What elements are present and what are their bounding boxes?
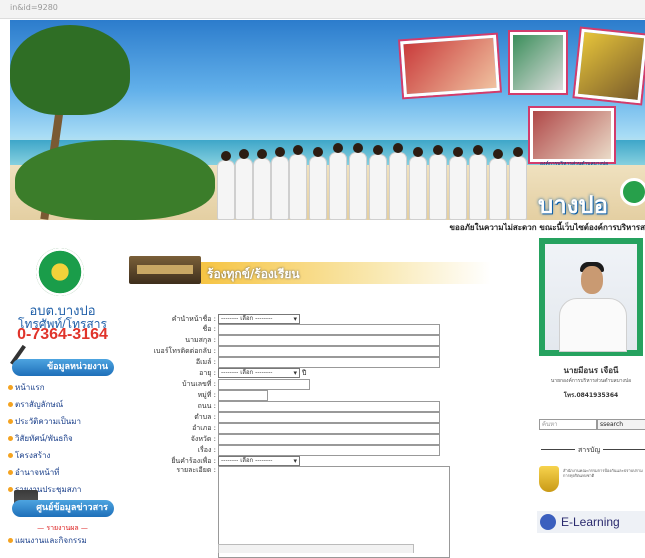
province-label: จังหวัด : bbox=[190, 435, 216, 443]
nacc-logo-icon[interactable] bbox=[539, 466, 559, 492]
activity-photo bbox=[510, 32, 566, 93]
activity-photo bbox=[574, 28, 645, 104]
marquee-text: ขออภัยในความไม่สะดวก ขณะนี้เว็บไซต์องค์ก… bbox=[449, 223, 645, 232]
firstname-label: ชื่อ : bbox=[202, 325, 216, 333]
form-row-email: อีเมล์ : bbox=[125, 357, 537, 368]
page-title: ร้องทุกข์/ร้องเรียน bbox=[207, 267, 300, 281]
road-input[interactable] bbox=[218, 401, 440, 412]
email-label: อีเมล์ : bbox=[195, 358, 216, 366]
subdistrict-input[interactable] bbox=[218, 412, 440, 423]
org-seal-icon bbox=[36, 248, 84, 296]
menu-item-home[interactable]: หน้าแรก bbox=[8, 379, 123, 396]
menu-item-plans[interactable]: แผนงานและกิจกรรม bbox=[8, 532, 87, 549]
official-portrait bbox=[539, 238, 643, 356]
palm-tree-graphic bbox=[10, 25, 130, 115]
staff-group-photo bbox=[215, 132, 535, 220]
age-unit: ปี bbox=[302, 369, 307, 377]
phone-input[interactable] bbox=[218, 346, 440, 357]
form-row-house-no: บ้านเลขที่ : bbox=[125, 379, 537, 390]
form-row-age: อายุ : -------- เลือก -------- ปี bbox=[125, 368, 537, 378]
lastname-input[interactable] bbox=[218, 335, 440, 346]
activity-photo bbox=[530, 108, 614, 162]
prefix-select[interactable]: -------- เลือก -------- bbox=[218, 314, 300, 324]
url-text: in&id=9280 bbox=[10, 3, 58, 12]
details-label: รายละเอียด : bbox=[176, 466, 216, 474]
search-button[interactable]: ssearch bbox=[597, 419, 645, 430]
logo-subtext: องค์การบริหารส่วนตำบลบางปอ bbox=[540, 161, 609, 167]
moo-input[interactable] bbox=[218, 390, 268, 401]
form-row-subdistrict: ตำบล : bbox=[125, 412, 537, 423]
left-sidebar: อบต.บางปอ โทรศัพท์/โทรสาร 0-7364-3164 ข้… bbox=[0, 234, 125, 551]
face-graphic bbox=[581, 266, 603, 294]
subdistrict-label: ตำบล : bbox=[194, 413, 216, 421]
category-label: สารบัญ bbox=[575, 445, 604, 456]
complaint-form-panel: ร้องทุกข์/ร้องเรียน คำนำหน้าชื่อ : -----… bbox=[125, 234, 537, 558]
form-row-road: ถนน : bbox=[125, 401, 537, 412]
official-tel: โทร.0841935364 bbox=[563, 392, 619, 399]
province-input[interactable] bbox=[218, 434, 440, 445]
moo-label: หมู่ที่ : bbox=[197, 391, 216, 399]
subject-input[interactable] bbox=[218, 445, 440, 456]
district-label: อำเภอ : bbox=[192, 424, 216, 432]
menu-item-emblem[interactable]: ตราสัญลักษณ์ bbox=[8, 396, 123, 413]
browser-url-bar[interactable]: in&id=9280 bbox=[0, 0, 645, 19]
menu-item-structure[interactable]: โครงสร้าง bbox=[8, 447, 123, 464]
official-position: นายกองค์การบริหารส่วนตำบลบางปอ bbox=[550, 378, 632, 384]
title-decoration bbox=[129, 256, 201, 284]
activity-photo bbox=[400, 34, 500, 98]
phone-number: 0-7364-3164 bbox=[17, 326, 108, 343]
form-row-moo: หมู่ที่ : bbox=[125, 390, 537, 401]
firstname-input[interactable] bbox=[218, 324, 440, 335]
form-row-phone: เบอร์โทรติดต่อกลับ : bbox=[125, 346, 537, 357]
elearning-banner[interactable]: E-Learning bbox=[537, 511, 645, 533]
agency-menu: หน้าแรก ตราสัญลักษณ์ ประวัติความเป็นมา ว… bbox=[8, 379, 123, 498]
form-row-firstname: ชื่อ : bbox=[125, 324, 537, 335]
house-no-input[interactable] bbox=[218, 379, 310, 390]
menu-item-vision[interactable]: วิสัยทัศน์/พันธกิจ bbox=[8, 430, 123, 447]
elearning-icon bbox=[540, 514, 556, 530]
menu-item-duties[interactable]: อำนาจหน้าที่ bbox=[8, 464, 123, 481]
form-row-prefix: คำนำหน้าชื่อ : -------- เลือก -------- bbox=[125, 314, 537, 324]
official-name: นายมีอนร เจือนี bbox=[563, 366, 619, 375]
subject-label: เรื่อง : bbox=[197, 446, 216, 454]
road-label: ถนน : bbox=[197, 402, 216, 410]
lastname-label: นามสกุล : bbox=[185, 336, 216, 344]
district-input[interactable] bbox=[218, 423, 440, 434]
nacc-link-text[interactable]: สำนักงานคณะกรรมการป้องกันและปราบปรามการท… bbox=[563, 468, 645, 478]
elearning-text: E-Learning bbox=[561, 515, 620, 529]
form-row-province: จังหวัด : bbox=[125, 434, 537, 445]
site-logo-icon bbox=[620, 178, 645, 206]
age-label: อายุ : bbox=[199, 369, 216, 377]
uniform-graphic bbox=[559, 298, 627, 352]
right-sidebar: นายมีอนร เจือนี นายกองค์การบริหารส่วนตำบ… bbox=[537, 234, 645, 551]
form-row-lastname: นามสกุล : bbox=[125, 335, 537, 346]
palm-tree-graphic bbox=[15, 140, 215, 220]
search-input[interactable]: ค้นหา bbox=[539, 419, 597, 430]
house-no-label: บ้านเลขที่ : bbox=[182, 380, 216, 388]
submit-area[interactable] bbox=[218, 544, 414, 553]
menu-item-history[interactable]: ประวัติความเป็นมา bbox=[8, 413, 123, 430]
announcement-marquee: ขออภัยในความไม่สะดวก ขณะนี้เว็บไซต์องค์ก… bbox=[130, 220, 645, 233]
site-logo-text: บางปอ bbox=[538, 190, 609, 219]
menu-header-agency: ข้อมูลหน่วยงาน bbox=[12, 359, 114, 376]
prefix-label: คำนำหน้าชื่อ : bbox=[171, 315, 216, 323]
form-row-district: อำเภอ : bbox=[125, 423, 537, 434]
age-select[interactable]: -------- เลือก -------- bbox=[218, 368, 300, 378]
header-banner: องค์การบริหารส่วนตำบลบางปอ บางปอ bbox=[10, 20, 645, 220]
phone-field-label: เบอร์โทรติดต่อกลับ : bbox=[153, 347, 216, 355]
email-input[interactable] bbox=[218, 357, 440, 368]
form-row-subject: เรื่อง : bbox=[125, 445, 537, 456]
menu-header-info-center: ศูนย์ข้อมูลข่าวสาร bbox=[12, 500, 114, 517]
